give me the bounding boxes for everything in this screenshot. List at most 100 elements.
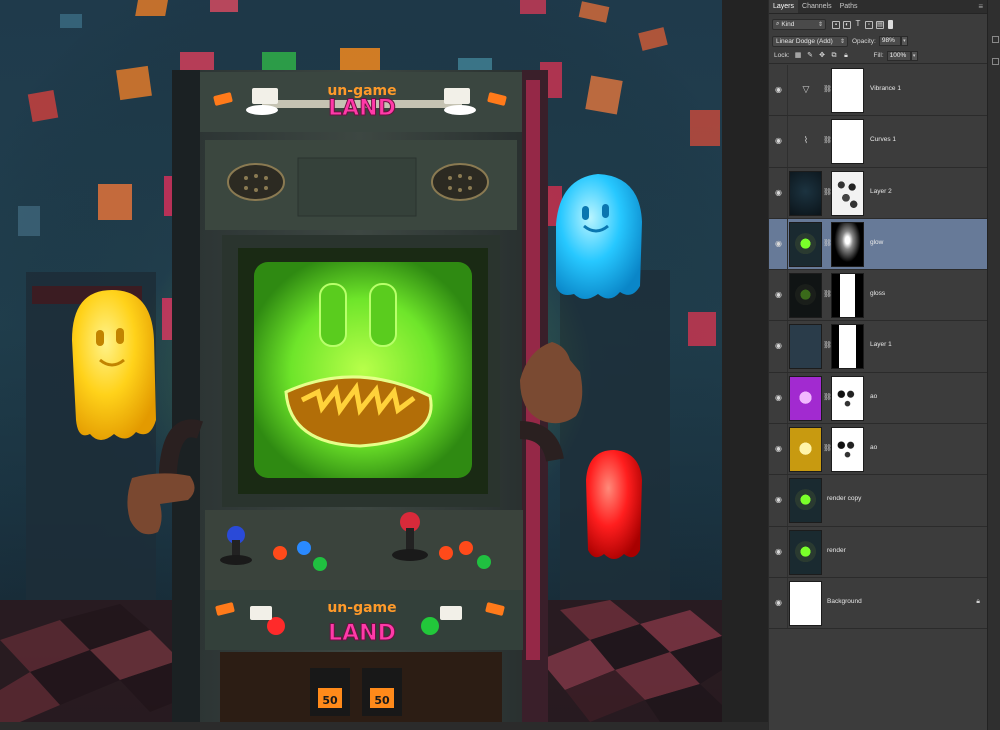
visibility-eye-icon[interactable]: ◉	[775, 393, 782, 402]
layer-thumbnail[interactable]	[789, 427, 822, 473]
lock-move-icon[interactable]: ✥	[819, 52, 826, 59]
cyan-ghost	[556, 174, 642, 299]
filter-icons: ▪ ◐ T ▫ ▤	[832, 19, 884, 29]
layer-name[interactable]: ao	[870, 393, 877, 400]
layer-mask-thumbnail[interactable]	[831, 375, 864, 421]
layer-thumbnail[interactable]	[789, 375, 822, 421]
lock-transparent-icon[interactable]: ▦	[795, 52, 802, 59]
vibrance-icon: ▽	[802, 84, 810, 94]
visibility-eye-icon[interactable]: ◉	[775, 188, 782, 197]
layer-thumbnail[interactable]	[789, 529, 822, 575]
adjustment-filter-icon[interactable]: ◐	[843, 20, 851, 29]
layer-mask-thumbnail[interactable]	[831, 427, 864, 473]
layer-name[interactable]: glow	[870, 239, 883, 246]
fill-slider-button[interactable]: ▾	[910, 50, 918, 61]
opacity-input[interactable]: 98%	[878, 36, 901, 46]
lock-label: Lock:	[774, 52, 790, 59]
layer-name[interactable]: ao	[870, 444, 877, 451]
smart-object-filter-icon[interactable]: ▤	[876, 20, 884, 29]
pixel-filter-icon[interactable]: ▪	[832, 20, 840, 29]
filter-toggle[interactable]	[888, 20, 893, 29]
lock-row: Lock: ▦ ✎ ✥ ⧉ 🔒︎ Fill: 100% ▾	[769, 49, 987, 64]
layer-mask-thumbnail[interactable]	[831, 170, 864, 216]
layer-separator	[787, 167, 788, 218]
layer-row[interactable]: ◉ ⛓ ao	[769, 372, 988, 425]
layer-thumbnail[interactable]	[789, 273, 822, 319]
shape-filter-icon[interactable]: ▫	[865, 20, 873, 29]
layer-row[interactable]: ◉ render	[769, 526, 988, 578]
layer-mask-thumbnail[interactable]	[831, 119, 864, 165]
lock-artboard-icon[interactable]: ⧉	[831, 52, 838, 59]
document-canvas[interactable]: un-game LAND un-game LAND 50 50	[0, 0, 722, 722]
collapsed-panel-button[interactable]	[992, 36, 999, 43]
filter-row: ⌕ Kind ⇕ ▪ ◐ T ▫ ▤	[769, 16, 987, 33]
visibility-eye-icon[interactable]: ◉	[775, 445, 782, 453]
opacity-slider-button[interactable]: ▾	[900, 36, 908, 46]
lock-icon: 🔒︎	[976, 597, 980, 605]
collapsed-panel-button[interactable]	[992, 58, 999, 65]
filter-kind-select[interactable]: ⌕ Kind ⇕	[772, 19, 826, 30]
layer-name[interactable]: Curves 1	[870, 136, 896, 143]
layer-name[interactable]: Vibrance 1	[870, 85, 901, 92]
coin-slot-left: 50	[322, 694, 338, 707]
blend-mode-select[interactable]: Linear Dodge (Add) ⇕	[772, 35, 848, 47]
lock-all-icon[interactable]: 🔒︎	[843, 52, 850, 59]
panel-menu-icon[interactable]: ≡	[978, 0, 987, 13]
layer-thumbnail[interactable]	[789, 324, 822, 370]
chevron-down-icon: ⇕	[839, 38, 845, 45]
fill-label: Fill:	[873, 52, 884, 59]
tab-channels[interactable]: Channels	[798, 0, 836, 13]
fill-input[interactable]: 100%	[886, 50, 911, 61]
layer-separator	[787, 270, 788, 321]
visibility-eye-icon[interactable]: ◉	[775, 547, 782, 556]
layer-row[interactable]: ◉ ⛓ Layer 1	[769, 321, 988, 373]
layer-thumbnail[interactable]	[789, 580, 822, 626]
horizontal-scrollbar[interactable]	[0, 722, 768, 730]
layer-row[interactable]: ◉ render copy	[769, 475, 988, 527]
layer-row[interactable]: ◉ ⛓ glow	[769, 218, 988, 271]
layer-name[interactable]: Background	[827, 598, 862, 605]
filter-kind-label: Kind	[781, 21, 795, 28]
opacity-label: Opacity:	[852, 37, 876, 45]
layer-row[interactable]: ◉ ⛓ gloss	[769, 270, 988, 322]
layer-mask-thumbnail[interactable]	[831, 324, 864, 370]
panel-tabs: Layers Channels Paths ≡	[769, 0, 987, 14]
layer-name[interactable]: render copy	[827, 495, 861, 502]
layer-row[interactable]: ◉ ⛓ Layer 2	[769, 167, 988, 219]
layer-row[interactable]: ◉ ▽ ⛓ Vibrance 1	[769, 65, 988, 117]
layer-separator	[787, 372, 788, 424]
visibility-eye-icon[interactable]: ◉	[775, 86, 782, 94]
layer-name[interactable]: gloss	[870, 290, 885, 297]
layer-thumbnail[interactable]	[789, 170, 822, 216]
layer-thumbnail[interactable]	[789, 221, 822, 267]
layer-separator	[787, 577, 788, 629]
layer-row[interactable]: ◉ ⛓ ao	[769, 424, 988, 476]
layer-separator	[787, 116, 788, 167]
red-ghost	[586, 450, 642, 559]
lock-icons: ▦ ✎ ✥ ⧉ 🔒︎	[795, 52, 850, 59]
layer-mask-thumbnail[interactable]	[831, 68, 864, 113]
layer-name[interactable]: render	[827, 547, 846, 554]
layer-name[interactable]: Layer 1	[870, 341, 892, 348]
visibility-eye-icon[interactable]: ◉	[775, 137, 782, 145]
visibility-eye-icon[interactable]: ◉	[775, 239, 782, 248]
visibility-eye-icon[interactable]: ◉	[775, 342, 782, 350]
tab-paths[interactable]: Paths	[836, 0, 862, 13]
tab-layers[interactable]: Layers	[769, 0, 799, 13]
layer-row[interactable]: ◉ Background 🔒︎	[769, 577, 988, 630]
layer-thumbnail[interactable]	[789, 478, 822, 524]
layer-row[interactable]: ◉ ⌇ ⛓ Curves 1	[769, 116, 988, 168]
layer-mask-thumbnail[interactable]	[831, 273, 864, 319]
arcade-cabinet: un-game LAND un-game LAND 50 50	[172, 70, 548, 722]
lower-marquee-bottom-text: LAND	[328, 621, 396, 646]
photoshop-window: un-game LAND un-game LAND 50 50 Layers C…	[0, 0, 1000, 730]
visibility-eye-icon[interactable]: ◉	[775, 291, 782, 299]
layer-mask-thumbnail[interactable]	[831, 221, 864, 267]
coin-slot-right: 50	[374, 694, 390, 707]
visibility-eye-icon[interactable]: ◉	[775, 496, 782, 504]
type-filter-icon[interactable]: T	[854, 19, 862, 29]
layer-name[interactable]: Layer 2	[870, 188, 892, 195]
layer-separator	[787, 475, 788, 526]
lock-paint-icon[interactable]: ✎	[807, 52, 814, 59]
visibility-eye-icon[interactable]: ◉	[775, 598, 782, 607]
